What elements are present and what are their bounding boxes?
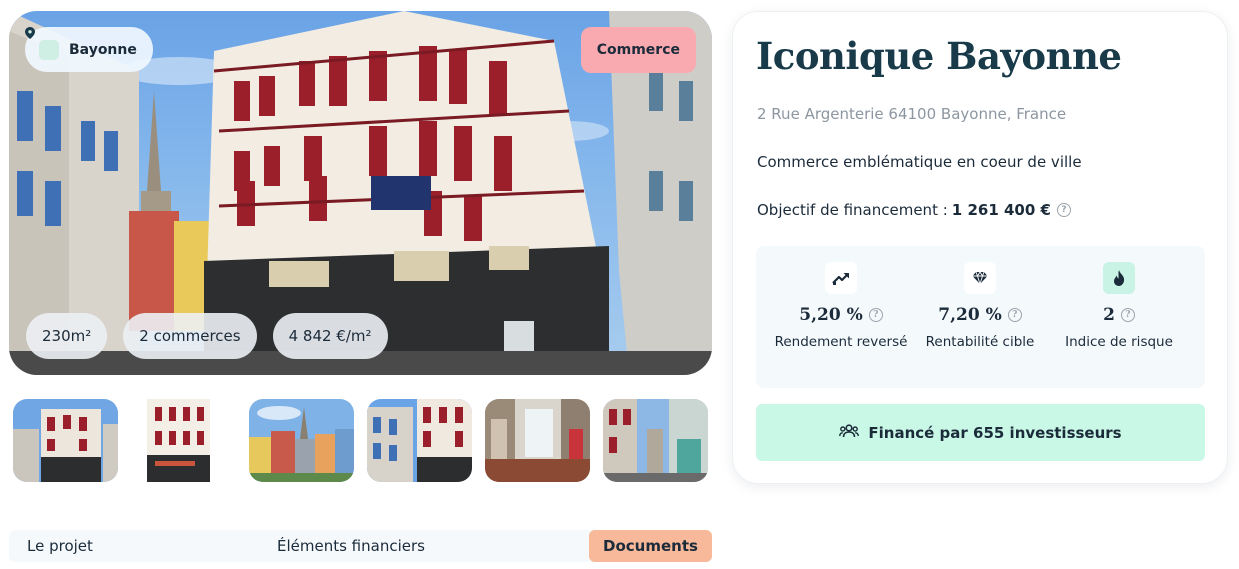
help-icon[interactable]: ?: [1120, 308, 1135, 322]
metric-risk-index-value: 2: [1103, 305, 1115, 325]
help-icon[interactable]: ?: [1007, 308, 1022, 322]
metric-risk-index-label: Indice de risque: [1065, 334, 1173, 350]
investors-label: Financé par 655 investisseurs: [868, 423, 1122, 442]
location-label: Bayonne: [69, 41, 137, 58]
funding-goal-label: Objectif de financement :: [757, 201, 948, 219]
funding-goal-value: 1 261 400 €: [951, 201, 1051, 219]
project-summary-card: Iconique Bayonne 2 Rue Argenterie 64100 …: [732, 11, 1228, 484]
tab-project[interactable]: Le projet: [27, 530, 93, 562]
hero-image[interactable]: Bayonne Commerce 230m² 2 commerces 4 842…: [9, 11, 712, 375]
help-icon[interactable]: ?: [1056, 203, 1071, 217]
location-badge: Bayonne: [25, 27, 153, 72]
funding-goal: Objectif de financement : 1 261 400 € ?: [757, 201, 1071, 219]
surface-stat: 230m²: [26, 313, 108, 359]
price-per-m2-stat: 4 842 €/m²: [272, 313, 388, 359]
users-icon: [839, 423, 860, 442]
stat-pills: 230m² 2 commerces 4 842 €/m²: [26, 313, 388, 359]
thumbnail-4[interactable]: [367, 399, 472, 482]
thumbnail-3[interactable]: [249, 399, 354, 482]
units-stat: 2 commerces: [123, 313, 257, 359]
project-address: 2 Rue Argenterie 64100 Bayonne, France: [757, 105, 1067, 123]
thumbnail-6[interactable]: [603, 399, 708, 482]
category-badge: Commerce: [580, 27, 696, 73]
map-pin-icon: [25, 27, 59, 60]
help-icon[interactable]: ?: [868, 308, 883, 322]
diamond-icon: [964, 262, 996, 294]
metric-yield-value: 5,20 %: [799, 305, 863, 325]
metrics-panel: 5,20 % ? Rendement reversé 7,20 % ? Rent…: [756, 246, 1205, 388]
thumbnail-1[interactable]: [13, 399, 118, 482]
metric-yield: 5,20 % ? Rendement reversé: [766, 262, 916, 353]
project-tabs: Le projet Éléments financiers Documents: [9, 530, 712, 562]
metric-target-return: 7,20 % ? Rentabilité cible: [905, 262, 1055, 353]
thumbnail-5[interactable]: [485, 399, 590, 482]
tab-financial-elements[interactable]: Éléments financiers: [277, 530, 425, 562]
project-title: Iconique Bayonne: [756, 34, 1122, 78]
tab-documents[interactable]: Documents: [589, 530, 712, 562]
metric-target-return-value: 7,20 %: [938, 305, 1002, 325]
metric-yield-label: Rendement reversé: [774, 334, 908, 350]
flame-icon: [1103, 262, 1135, 294]
metric-risk-index: 2 ? Indice de risque: [1044, 262, 1194, 353]
thumbnail-2[interactable]: [147, 399, 210, 482]
investors-banner: Financé par 655 investisseurs: [756, 404, 1205, 461]
project-description: Commerce emblématique en coeur de ville: [757, 153, 1082, 171]
trend-up-icon: [825, 262, 857, 294]
metric-target-return-label: Rentabilité cible: [925, 334, 1035, 350]
thumbnail-gallery: [13, 399, 708, 482]
